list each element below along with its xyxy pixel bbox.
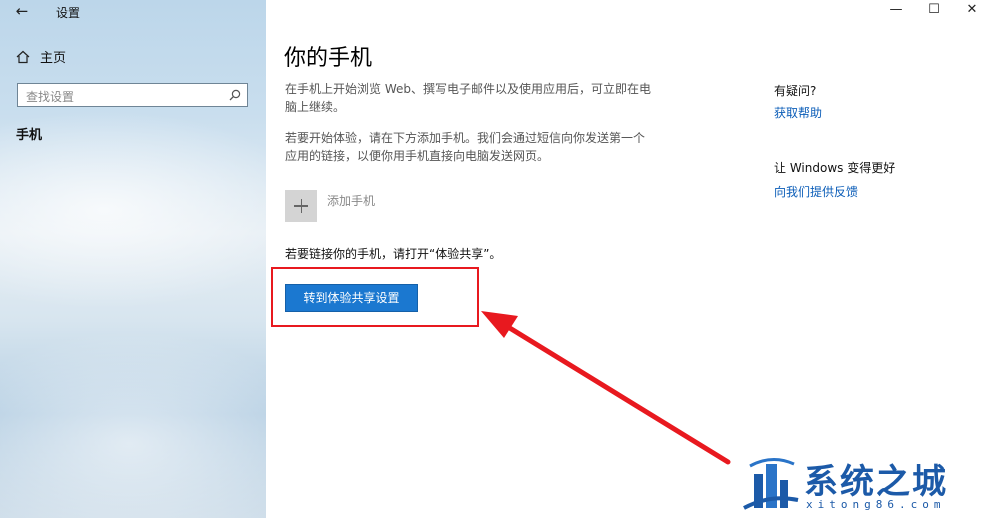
go-to-shared-experiences-button[interactable]: 转到体验共享设置 (285, 284, 418, 312)
give-feedback-link[interactable]: 向我们提供反馈 (774, 183, 858, 200)
link-phone-note: 若要链接你的手机，请打开“体验共享”。 (285, 247, 502, 261)
sidebar: ← 设置 主页 查找设置 手机 (0, 0, 266, 518)
minimize-button[interactable]: — (878, 0, 914, 22)
instruction-text: 若要开始体验，请在下方添加手机。我们会通过短信向你发送第一个应用的链接，以便你用… (285, 131, 646, 163)
plus-icon (285, 190, 317, 222)
home-icon (16, 50, 30, 63)
sidebar-item-phone[interactable]: 手机 (16, 124, 42, 143)
get-help-link[interactable]: 获取帮助 (774, 104, 822, 121)
search-placeholder: 查找设置 (26, 90, 75, 104)
search-icon[interactable] (229, 89, 241, 101)
intro-text: 在手机上开始浏览 Web、撰写电子邮件以及使用应用后，可立即在电脑上继续。 (285, 82, 651, 114)
improve-windows-heading: 让 Windows 变得更好 (774, 161, 896, 175)
questions-heading: 有疑问? (774, 84, 817, 98)
add-phone-button[interactable]: 添加手机 (285, 190, 375, 222)
home-label: 主页 (40, 51, 67, 66)
app-title: 设置 (56, 6, 81, 20)
maximize-button[interactable]: ☐ (916, 0, 952, 22)
sidebar-item-home[interactable]: 主页 (16, 47, 66, 66)
search-input[interactable]: 查找设置 (17, 83, 248, 107)
page-title: 你的手机 (284, 46, 373, 71)
city-logo-icon (743, 458, 799, 510)
close-button[interactable]: ✕ (954, 0, 990, 22)
watermark-logo: 系统之城 xitong86.com (740, 452, 976, 514)
add-phone-label: 添加手机 (327, 194, 376, 208)
watermark-brand: 系统之城 (804, 462, 948, 502)
watermark-domain: xitong86.com (806, 498, 946, 511)
back-arrow-icon: ← (15, 2, 29, 20)
back-button[interactable]: ← (12, 2, 32, 20)
